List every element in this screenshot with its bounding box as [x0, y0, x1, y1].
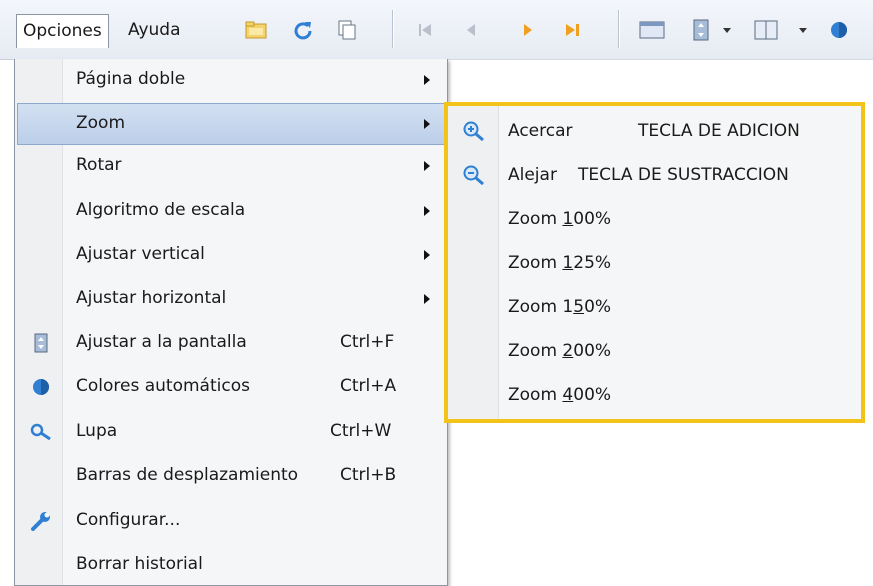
submenu-item-label: Alejar	[508, 165, 557, 185]
menu-item-label: Ajustar vertical	[76, 244, 205, 264]
submenu-arrow-icon	[424, 75, 430, 85]
menu-item-label: Página doble	[76, 69, 186, 89]
magnifier-icon	[30, 421, 52, 443]
submenu-item-shortcut: TECLA DE ADICION	[638, 121, 800, 141]
menu-opciones[interactable]: Opciones	[16, 14, 109, 48]
submenu-arrow-icon	[424, 119, 430, 129]
submenu-item-zoom-200[interactable]: Zoom 200%	[448, 329, 861, 373]
double-dropdown-arrow-icon[interactable]	[796, 18, 810, 42]
menu-item-rotar[interactable]: Rotar	[18, 146, 444, 186]
color-icon	[30, 376, 52, 398]
first-page-icon[interactable]	[414, 18, 436, 42]
menu-item-label: Borrar historial	[76, 554, 203, 574]
menu-item-configurar[interactable]: Configurar...	[18, 501, 444, 541]
menu-item-pagina-doble[interactable]: Página doble	[18, 60, 444, 100]
menu-item-lupa[interactable]: Lupa Ctrl+W	[18, 412, 444, 452]
copy-icon[interactable]	[336, 18, 358, 42]
menu-item-algoritmo-de-escala[interactable]: Algoritmo de escala	[18, 191, 444, 231]
mnemonic: 5	[573, 297, 585, 317]
opciones-menu: Página doble Zoom Rotar Algoritmo de esc…	[14, 59, 448, 586]
submenu-item-label: Zoom 200%	[508, 341, 612, 361]
toolbar-separator	[618, 10, 620, 48]
submenu-arrow-icon	[424, 206, 430, 216]
menu-ayuda[interactable]: Ayuda	[122, 14, 187, 46]
submenu-item-alejar[interactable]: Alejar TECLA DE SUSTRACCION	[448, 153, 861, 197]
submenu-arrow-icon	[424, 161, 430, 171]
submenu-item-zoom-400[interactable]: Zoom 400%	[448, 373, 861, 417]
last-page-icon[interactable]	[562, 18, 584, 42]
menu-item-label: Ajustar horizontal	[76, 288, 227, 308]
zoom-in-icon	[462, 120, 486, 142]
menu-item-label: Colores automáticos	[76, 376, 250, 396]
submenu-item-label: Acercar	[508, 121, 573, 141]
menu-item-label: Lupa	[76, 421, 118, 441]
menu-item-shortcut: Ctrl+A	[340, 376, 397, 396]
submenu-item-label: Zoom 125%	[508, 253, 612, 273]
submenu-item-label: Zoom 150%	[508, 297, 612, 317]
menu-item-label: Barras de desplazamiento	[76, 465, 299, 485]
zoom-out-icon	[462, 164, 486, 186]
menu-item-barras-de-desplazamiento[interactable]: Barras de desplazamiento Ctrl+B	[18, 456, 444, 496]
fit-page-icon[interactable]	[690, 18, 712, 42]
wrench-icon	[30, 510, 52, 532]
submenu-item-shortcut: TECLA DE SUSTRACCION	[578, 165, 789, 185]
menu-item-colores-automaticos[interactable]: Colores automáticos Ctrl+A	[18, 367, 444, 407]
menu-item-zoom[interactable]: Zoom	[17, 103, 445, 145]
folder-icon[interactable]	[245, 18, 267, 42]
menu-item-label: Algoritmo de escala	[76, 200, 246, 220]
menu-item-ajustar-vertical[interactable]: Ajustar vertical	[18, 235, 444, 275]
fit-screen-icon	[30, 332, 52, 354]
submenu-arrow-icon	[424, 250, 430, 260]
fit-dropdown-arrow-icon[interactable]	[720, 18, 734, 42]
previous-page-icon[interactable]	[460, 18, 482, 42]
menubar: Opciones Ayuda	[0, 0, 873, 60]
menu-item-shortcut: Ctrl+W	[330, 421, 392, 441]
mnemonic: 2	[562, 341, 574, 361]
menu-item-label: Zoom	[76, 113, 126, 133]
submenu-item-label: Zoom 400%	[508, 385, 612, 405]
menu-item-ajustar-a-la-pantalla[interactable]: Ajustar a la pantalla Ctrl+F	[18, 323, 444, 363]
next-page-icon[interactable]	[517, 18, 539, 42]
menu-item-borrar-historial[interactable]: Borrar historial	[18, 545, 444, 585]
single-page-icon[interactable]	[638, 18, 666, 42]
double-page-icon[interactable]	[753, 18, 779, 42]
refresh-icon[interactable]	[292, 18, 314, 42]
submenu-item-zoom-150[interactable]: Zoom 150%	[448, 285, 861, 329]
menu-item-ajustar-horizontal[interactable]: Ajustar horizontal	[18, 279, 444, 319]
mnemonic: 1	[562, 253, 574, 273]
submenu-arrow-icon	[424, 294, 430, 304]
menu-item-shortcut: Ctrl+B	[340, 465, 397, 485]
submenu-item-label: Zoom 100%	[508, 209, 612, 229]
submenu-item-zoom-100[interactable]: Zoom 100%	[448, 197, 861, 241]
mnemonic: 1	[562, 209, 574, 229]
color-icon[interactable]	[828, 18, 850, 42]
mnemonic: 4	[562, 385, 574, 405]
zoom-submenu: Acercar TECLA DE ADICION Alejar TECLA DE…	[444, 102, 865, 423]
menu-item-label: Configurar...	[76, 510, 181, 530]
toolbar-separator	[392, 10, 394, 48]
menu-item-shortcut: Ctrl+F	[340, 332, 395, 352]
submenu-item-zoom-125[interactable]: Zoom 125%	[448, 241, 861, 285]
document-top-border	[446, 59, 873, 60]
submenu-item-acercar[interactable]: Acercar TECLA DE ADICION	[448, 109, 861, 153]
menu-item-label: Rotar	[76, 155, 122, 175]
menu-item-label: Ajustar a la pantalla	[76, 332, 247, 352]
